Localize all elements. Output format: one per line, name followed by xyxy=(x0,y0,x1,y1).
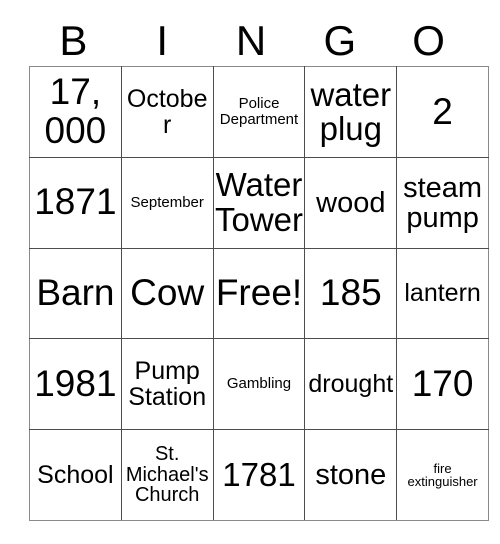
bingo-cell-label: 185 xyxy=(319,272,382,314)
bingo-cell[interactable]: St. Michael's Church xyxy=(120,429,214,521)
bingo-cell-label: 1871 xyxy=(34,181,117,223)
bingo-cell-label: Pump Station xyxy=(128,357,207,412)
bingo-cell-label: fire extinguisher xyxy=(407,460,478,490)
bingo-cell[interactable]: fire extinguisher xyxy=(396,429,489,521)
bingo-row: 1981 Pump Station Gambling drought 170 xyxy=(29,338,489,431)
bingo-cell[interactable]: Police Department xyxy=(212,66,306,158)
bingo-cell[interactable]: lantern xyxy=(396,247,489,340)
bingo-cell-label: stone xyxy=(315,459,387,491)
bingo-cell-label: water plug xyxy=(310,75,392,147)
bingo-grid: 17, 000 October Police Department water … xyxy=(29,66,489,521)
bingo-cell[interactable]: 170 xyxy=(396,338,489,431)
bingo-cell-label: 1981 xyxy=(34,363,117,405)
bingo-cell[interactable]: 2 xyxy=(396,66,489,158)
bingo-cell[interactable]: water plug xyxy=(304,66,398,158)
bingo-cell-label: 1781 xyxy=(222,455,296,493)
bingo-row: Barn Cow Free! 185 lantern xyxy=(29,247,489,340)
bingo-cell-label: Water Tower xyxy=(214,166,303,238)
bingo-header-letter-g: G xyxy=(323,17,357,64)
bingo-cell-label: 170 xyxy=(411,363,474,405)
bingo-cell-label: lantern xyxy=(404,279,481,308)
bingo-cell[interactable]: Water Tower xyxy=(212,156,306,249)
bingo-header-letter-o: O xyxy=(412,17,445,64)
bingo-cell[interactable]: September xyxy=(120,156,214,249)
bingo-cell[interactable]: Pump Station xyxy=(120,338,214,431)
bingo-row: 17, 000 October Police Department water … xyxy=(29,66,489,158)
bingo-cell-label: Cow xyxy=(130,272,205,314)
bingo-cell-label: Barn xyxy=(36,272,115,314)
bingo-cell[interactable]: 1781 xyxy=(212,429,306,521)
bingo-cell-label: Gambling xyxy=(226,375,292,393)
bingo-cell-label: wood xyxy=(316,186,386,219)
bingo-cell[interactable]: Cow xyxy=(120,247,214,340)
bingo-header-row: B I N G O xyxy=(29,16,473,66)
bingo-cell[interactable]: stone xyxy=(304,429,398,521)
bingo-cell-label: School xyxy=(37,461,114,490)
bingo-cell[interactable]: drought xyxy=(304,338,398,431)
bingo-row: 1871 September Water Tower wood steam pu… xyxy=(29,156,489,249)
bingo-cell[interactable]: Gambling xyxy=(212,338,306,431)
bingo-cell-free[interactable]: Free! xyxy=(212,247,306,340)
bingo-header-letter-i: I xyxy=(156,17,169,64)
bingo-free-space-label: Free! xyxy=(215,272,303,314)
bingo-cell[interactable]: 1981 xyxy=(29,338,122,431)
bingo-cell[interactable]: wood xyxy=(304,156,398,249)
bingo-cell[interactable]: 17, 000 xyxy=(29,66,122,158)
bingo-cell-label: 17, 000 xyxy=(44,71,107,151)
bingo-header-letter-n: N xyxy=(235,17,267,64)
bingo-cell-label: steam pump xyxy=(403,171,483,234)
bingo-cell[interactable]: 1871 xyxy=(29,156,122,249)
bingo-row: School St. Michael's Church 1781 stone f… xyxy=(29,429,489,521)
bingo-cell[interactable]: School xyxy=(29,429,122,521)
bingo-card: B I N G O 17, 000 October Police Departm… xyxy=(29,16,489,521)
bingo-cell[interactable]: October xyxy=(120,66,214,158)
bingo-cell[interactable]: steam pump xyxy=(396,156,489,249)
bingo-cell[interactable]: 185 xyxy=(304,247,398,340)
bingo-cell-label: drought xyxy=(308,370,394,399)
bingo-header-letter-b: B xyxy=(59,17,88,64)
bingo-cell-label: St. Michael's Church xyxy=(125,442,209,507)
bingo-cell-label: September xyxy=(130,193,204,211)
bingo-cell-label: 2 xyxy=(432,90,453,132)
bingo-cell-label: October xyxy=(126,84,208,139)
bingo-cell[interactable]: Barn xyxy=(29,247,122,340)
bingo-cell-label: Police Department xyxy=(219,95,299,128)
